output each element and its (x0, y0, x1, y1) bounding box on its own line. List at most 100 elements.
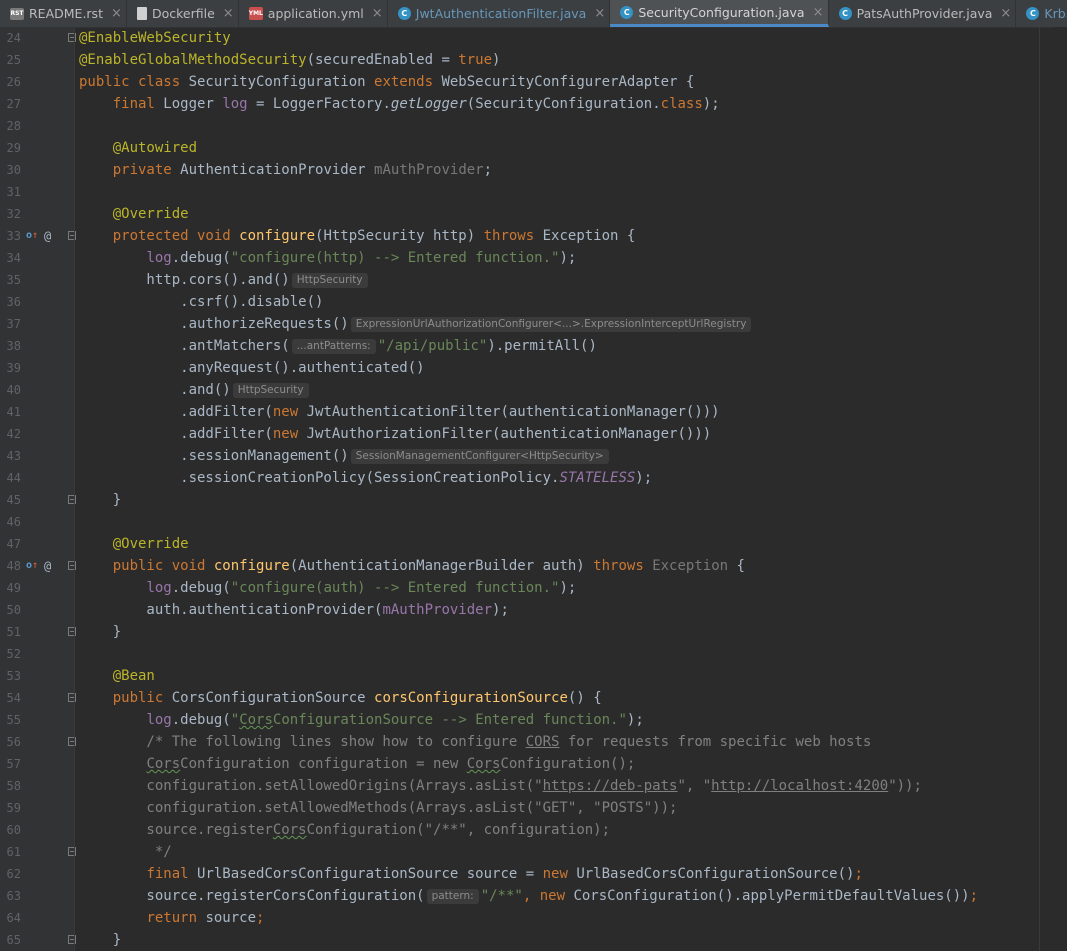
code-token: STATELESS (559, 470, 636, 486)
line-number: 43 (6, 449, 21, 463)
code-line[interactable]: */ (79, 841, 172, 863)
code-line[interactable]: /* The following lines show how to confi… (79, 731, 871, 753)
close-icon[interactable]: × (223, 6, 234, 21)
code-line[interactable]: final Logger log = LoggerFactory.getLogg… (79, 93, 720, 115)
code-line[interactable]: .antMatchers(...antPatterns: "/api/public… (79, 335, 597, 357)
code-line[interactable]: .authorizeRequests() ExpressionUrlAuthori… (79, 313, 753, 335)
code-token: .addFilter( (79, 404, 273, 420)
code-line[interactable]: .csrf().disable() (79, 291, 323, 313)
code-token: Cors (146, 756, 181, 772)
gutter-line: 43 (0, 445, 74, 467)
code-line[interactable]: public class SecurityConfiguration exten… (79, 71, 694, 93)
inlay-hint: ExpressionUrlAuthorizationConfigurer<...… (350, 317, 752, 332)
code-token: log (222, 96, 248, 112)
annotation-marker-icon[interactable]: @ (44, 225, 51, 247)
code-token: ); (635, 470, 653, 486)
code-line[interactable]: public void configure(AuthenticationMana… (79, 555, 745, 577)
code-line[interactable]: log.debug("configure(http) --> Entered f… (79, 247, 576, 269)
tab-securityconfiguration-java[interactable]: C SecurityConfiguration.java × (610, 0, 829, 27)
close-icon[interactable]: × (372, 6, 383, 21)
tab-patsauthprovider-java[interactable]: C PatsAuthProvider.java × (829, 0, 1017, 27)
line-number: 48 (6, 559, 21, 573)
code-line[interactable]: @Autowired (79, 137, 197, 159)
code-line[interactable]: .sessionCreationPolicy(SessionCreationPo… (79, 467, 652, 489)
gutter-line: 32 (0, 203, 74, 225)
gutter-line: 55 (0, 709, 74, 731)
line-number: 27 (6, 97, 21, 111)
code-line[interactable]: @Bean (79, 665, 155, 687)
code-line[interactable]: @Override (79, 203, 189, 225)
line-number: 37 (6, 317, 21, 331)
code-line[interactable]: source.registerCorsConfiguration("/**", … (79, 819, 610, 841)
code-line[interactable]: source.registerCorsConfiguration(pattern… (79, 885, 978, 907)
code-line[interactable]: CorsConfiguration configuration = new Co… (79, 753, 635, 775)
code-token: (HttpSecurity http) (315, 228, 484, 244)
line-number: 40 (6, 383, 21, 397)
code-token: http.cors().and() (79, 272, 290, 288)
code-token: extends (374, 74, 442, 90)
code-token: public class (79, 74, 189, 90)
tab-label: SecurityConfiguration.java (638, 4, 805, 20)
gutter-line: 33 o↑ @ (0, 225, 76, 247)
code-line[interactable]: @EnableWebSecurity (79, 27, 231, 49)
code-line[interactable]: .anyRequest().authenticated() (79, 357, 424, 379)
code-token: */ (79, 844, 172, 860)
close-icon[interactable]: × (594, 6, 605, 21)
code-line[interactable]: @EnableGlobalMethodSecurity(securedEnabl… (79, 49, 500, 71)
annotation-marker-icon[interactable]: @ (44, 555, 51, 577)
tab-dockerfile[interactable]: Dockerfile × (127, 0, 239, 27)
tab-application-yml[interactable]: YML application.yml × (239, 0, 388, 27)
code-line[interactable]: .sessionManagement() SessionManagementCon… (79, 445, 611, 467)
line-number: 63 (6, 889, 21, 903)
code-line[interactable]: .addFilter(new JwtAuthenticationFilter(a… (79, 401, 719, 423)
inlay-hint: HttpSecurity (291, 273, 368, 288)
close-icon[interactable]: × (1000, 6, 1011, 21)
vertical-scrollbar[interactable] (1053, 27, 1067, 951)
code-line[interactable]: @Override (79, 533, 189, 555)
line-number: 45 (6, 493, 21, 507)
tab-krb5authprovider-java[interactable]: CKrb5AuthProvider.java× (1016, 0, 1067, 27)
code-line[interactable]: } (79, 489, 121, 511)
tab-label: PatsAuthProvider.java (856, 6, 993, 21)
code-token: .authorizeRequests() (79, 316, 349, 332)
code-line[interactable]: .and() HttpSecurity (79, 379, 311, 401)
tab-readme-rst[interactable]: RST README.rst × (0, 0, 127, 27)
code-line[interactable]: configuration.setAllowedOrigins(Arrays.a… (79, 775, 921, 797)
gutter-line: 41 (0, 401, 74, 423)
code-line[interactable]: http.cors().and() HttpSecurity (79, 269, 370, 291)
code-line[interactable]: configuration.setAllowedMethods(Arrays.a… (79, 797, 677, 819)
code-token: ; (969, 888, 979, 904)
code-line[interactable]: return source; (79, 907, 264, 929)
code-token: JwtAuthorizationFilter(authenticationMan… (306, 426, 712, 442)
yml-file-icon: YML (249, 7, 263, 20)
override-method-icon[interactable]: o↑ (26, 560, 38, 572)
line-number: 60 (6, 823, 21, 837)
gutter-line: 56 (0, 731, 76, 753)
line-number: 29 (6, 141, 21, 155)
code-editor[interactable]: 24 25 26 27 28 29 30 31 32 33 o↑ @34 35 36 37 38 39 40 41 4… (0, 27, 1067, 951)
code-token: Cors (239, 712, 273, 728)
code-line[interactable]: log.debug("configure(auth) --> Entered f… (79, 577, 576, 599)
code-line[interactable]: private AuthenticationProvider mAuthProv… (79, 159, 492, 181)
override-method-icon[interactable]: o↑ (26, 230, 38, 242)
code-token: .debug( (171, 250, 231, 266)
code-line[interactable]: log.debug("CorsConfigurationSource --> E… (79, 709, 643, 731)
code-line[interactable]: .addFilter(new JwtAuthorizationFilter(au… (79, 423, 711, 445)
code-token: ", " (677, 778, 712, 794)
code-line[interactable]: } (79, 929, 121, 951)
tab-label: Dockerfile (151, 6, 215, 21)
close-icon[interactable]: × (111, 6, 122, 21)
close-icon[interactable]: × (813, 5, 824, 20)
code-line[interactable]: protected void configure(HttpSecurity ht… (79, 225, 636, 247)
code-token: @EnableGlobalMethodSecurity (79, 52, 307, 68)
code-line[interactable]: final UrlBasedCorsConfigurationSource so… (79, 863, 862, 885)
tab-label: README.rst (29, 6, 103, 21)
code-line[interactable]: } (79, 621, 121, 643)
code-token: for requests from specific web hosts (559, 734, 872, 750)
gutter-line: 34 (0, 247, 74, 269)
tab-jwtauthenticationfilter-java[interactable]: C JwtAuthenticationFilter.java × (388, 0, 611, 27)
code-line[interactable]: public CorsConfigurationSource corsConfi… (79, 687, 602, 709)
line-number: 42 (6, 427, 21, 441)
code-line[interactable]: auth.authenticationProvider(mAuthProvide… (79, 599, 508, 621)
line-number: 26 (6, 75, 21, 89)
